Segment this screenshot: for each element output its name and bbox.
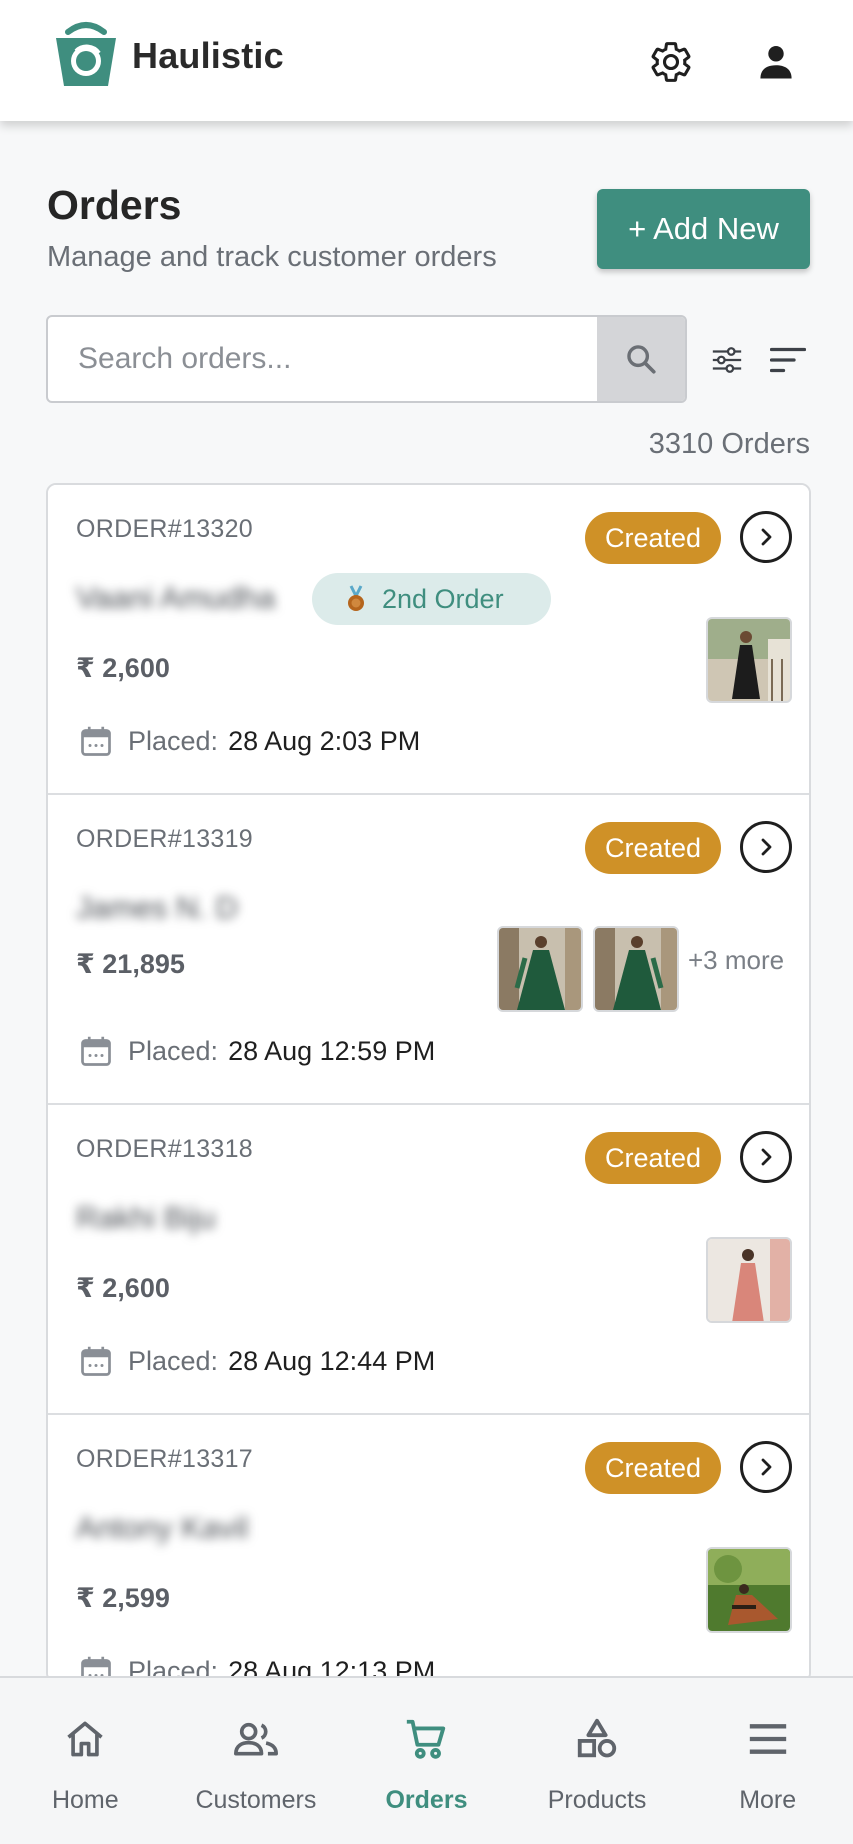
nav-item-home[interactable]: Home <box>0 1678 171 1844</box>
chevron-right-icon <box>761 528 772 546</box>
product-thumbnail[interactable] <box>497 926 583 1012</box>
status-badge: Created <box>585 1442 721 1494</box>
nav-item-products[interactable]: Products <box>512 1678 683 1844</box>
order-id: ORDER#13318 <box>76 1135 254 1163</box>
open-order-button[interactable] <box>740 1131 792 1183</box>
cart-icon <box>407 1719 446 1759</box>
menu-icon <box>749 1724 786 1754</box>
open-order-button[interactable] <box>740 511 792 563</box>
placed-label: Placed: <box>128 1345 219 1376</box>
order-amount: ₹ 2,600 <box>76 653 170 683</box>
repeat-order-label: 2nd Order <box>382 583 504 614</box>
order-amount: ₹ 2,600 <box>76 1273 170 1303</box>
gear-icon <box>651 42 691 82</box>
nav-label: Customers <box>195 1786 317 1814</box>
brand[interactable]: Haulistic <box>54 20 284 88</box>
add-new-button[interactable]: + Add New <box>597 189 810 269</box>
search-input[interactable] <box>48 317 599 401</box>
customer-name: Rakhi Biju <box>76 1200 216 1235</box>
order-count: 3310 Orders <box>648 428 810 460</box>
placed-label: Placed: <box>128 1035 219 1066</box>
open-order-button[interactable] <box>740 1441 792 1493</box>
open-order-button[interactable] <box>740 821 792 873</box>
chevron-right-icon <box>761 838 772 856</box>
app-header: Haulistic <box>0 0 853 121</box>
profile-button[interactable] <box>748 34 804 90</box>
brand-name: Haulistic <box>132 35 284 76</box>
home-icon <box>67 1721 103 1757</box>
product-thumbnail[interactable] <box>706 617 792 703</box>
nav-label: Products <box>547 1786 647 1814</box>
placed-row: Placed: 28 Aug 12:59 PM <box>78 1033 435 1069</box>
bottom-nav: Home Customers Orders Products More <box>0 1676 853 1844</box>
customer-name: Antony Kavil <box>76 1510 249 1545</box>
order-card[interactable]: ORDER#13317 Created Antony Kavil ₹ 2,599 <box>48 1415 809 1681</box>
customer-name: Vaani Amudha <box>76 580 276 615</box>
page-subtitle: Manage and track customer orders <box>47 241 497 273</box>
shapes-icon <box>577 1718 617 1758</box>
page-title: Orders <box>47 182 182 228</box>
order-list: ORDER#13320 Created Vaani Amudha 2nd Ord… <box>46 483 811 1683</box>
placed-date: 28 Aug 12:59 PM <box>228 1035 436 1066</box>
nav-item-orders[interactable]: Orders <box>341 1678 512 1844</box>
sort-button[interactable] <box>766 338 810 382</box>
medal-icon <box>348 585 364 611</box>
customer-name: James N. D <box>76 890 238 925</box>
calendar-icon <box>81 1346 111 1376</box>
sort-icon <box>770 347 806 373</box>
repeat-order-badge: 2nd Order <box>312 573 551 625</box>
product-thumbnail[interactable] <box>593 926 679 1012</box>
order-id: ORDER#13317 <box>76 1445 254 1473</box>
user-icon <box>760 46 792 79</box>
product-image <box>595 928 677 1010</box>
status-badge: Created <box>585 822 721 874</box>
search-icon <box>627 345 656 374</box>
orders-screen: Haulistic Orders Manage and track custom… <box>0 0 853 1844</box>
search-box <box>46 315 687 403</box>
more-items-label[interactable]: +3 more <box>688 945 784 976</box>
calendar-icon <box>81 1036 111 1066</box>
placed-date: 28 Aug 2:03 PM <box>228 725 421 756</box>
nav-item-customers[interactable]: Customers <box>171 1678 342 1844</box>
settings-button[interactable] <box>643 34 699 90</box>
chevron-right-icon <box>761 1458 772 1476</box>
brand-logo-icon <box>56 22 116 86</box>
status-badge: Created <box>585 1132 721 1184</box>
order-card[interactable]: ORDER#13318 Created Rakhi Biju ₹ 2,600 P… <box>48 1105 809 1415</box>
nav-label: More <box>739 1786 797 1814</box>
product-thumbnail[interactable] <box>706 1547 792 1633</box>
order-card[interactable]: ORDER#13319 Created James N. D ₹ 21,895 <box>48 795 809 1105</box>
order-amount: ₹ 2,599 <box>76 1583 170 1613</box>
nav-label: Home <box>51 1786 119 1814</box>
customers-icon <box>233 1722 278 1756</box>
filter-sliders-icon <box>712 347 742 373</box>
order-card[interactable]: ORDER#13320 Created Vaani Amudha 2nd Ord… <box>48 485 809 795</box>
product-thumbnail[interactable] <box>706 1237 792 1323</box>
product-image <box>708 1239 790 1321</box>
status-badge: Created <box>585 512 721 564</box>
product-image <box>499 928 581 1010</box>
order-amount: ₹ 21,895 <box>76 949 185 979</box>
order-id: ORDER#13319 <box>76 825 254 853</box>
placed-label: Placed: <box>128 725 219 756</box>
nav-label: Orders <box>385 1786 468 1814</box>
filter-button[interactable] <box>705 338 749 382</box>
search-button[interactable] <box>597 317 685 401</box>
product-image <box>708 619 790 701</box>
placed-row: Placed: 28 Aug 12:44 PM <box>78 1343 435 1379</box>
chevron-right-icon <box>761 1148 772 1166</box>
product-image <box>708 1549 790 1631</box>
placed-row: Placed: 28 Aug 2:03 PM <box>78 723 420 759</box>
calendar-icon <box>81 726 111 756</box>
nav-item-more[interactable]: More <box>682 1678 853 1844</box>
order-id: ORDER#13320 <box>76 515 254 543</box>
placed-date: 28 Aug 12:44 PM <box>228 1345 436 1376</box>
